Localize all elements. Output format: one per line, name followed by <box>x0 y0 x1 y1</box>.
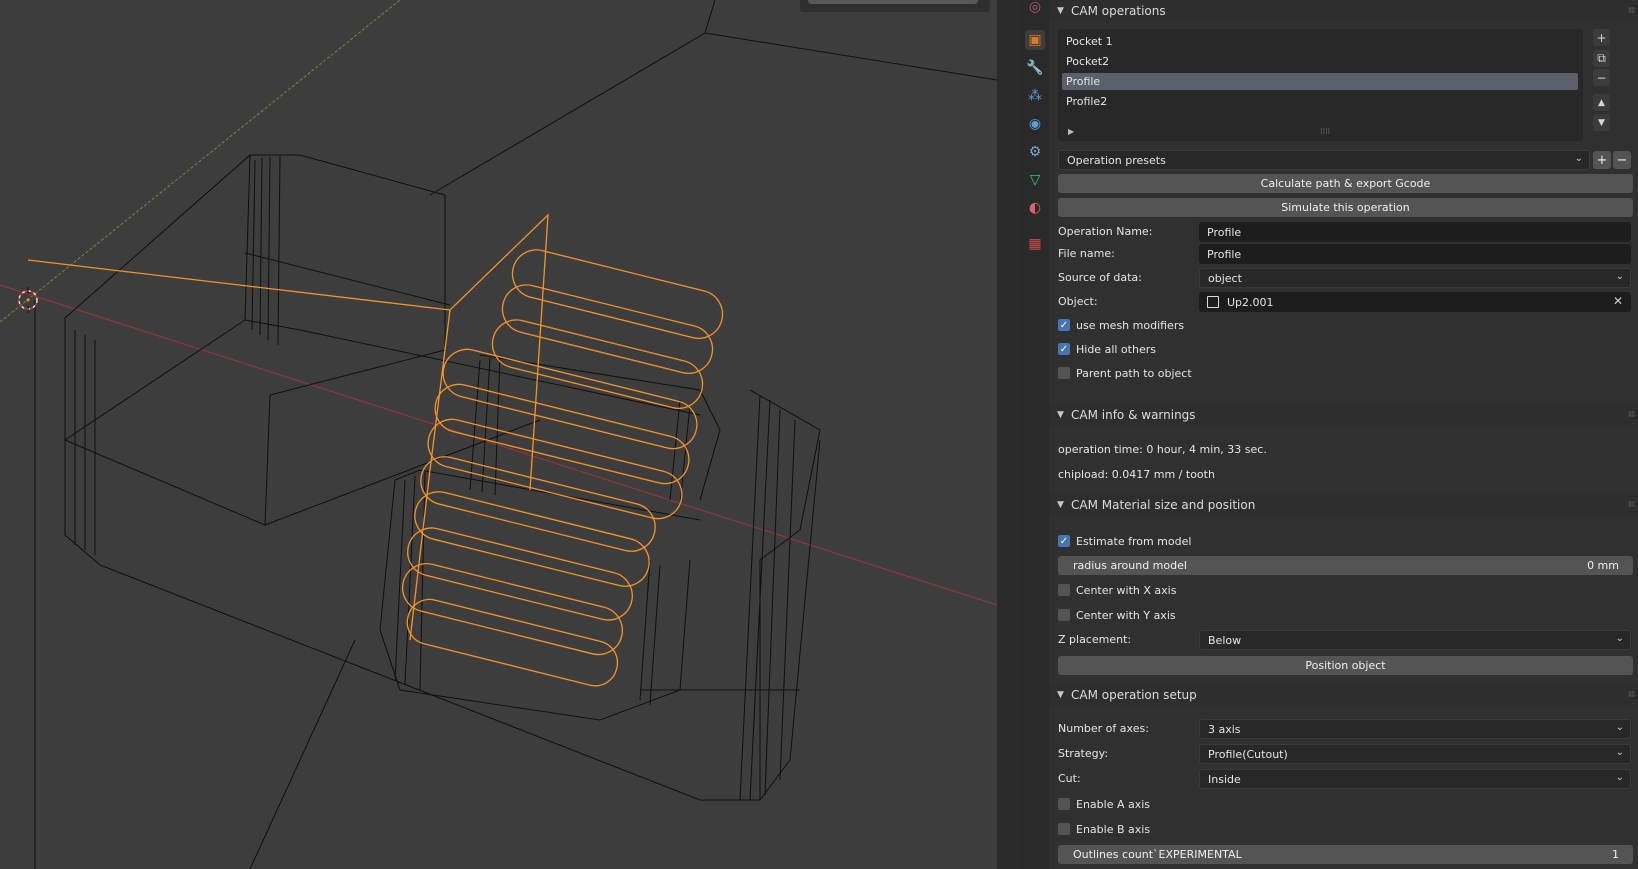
collapse-arrow-icon: ▼ <box>1057 6 1064 16</box>
viewport-header <box>800 0 990 12</box>
section-title: CAM Material size and position <box>1071 498 1256 512</box>
cut-dropdown[interactable]: Inside ⌄ <box>1199 769 1631 789</box>
object-icon[interactable]: ▣ <box>1025 30 1045 50</box>
cam-setup-header[interactable]: ▼ CAM operation setup ⁝⁝⁝⁝ <box>1049 684 1638 706</box>
simulate-operation-button[interactable]: Simulate this operation <box>1058 198 1633 217</box>
remove-icon[interactable]: − <box>1593 69 1610 86</box>
chevron-down-icon: ⌄ <box>1615 722 1624 733</box>
add-preset-button[interactable]: + <box>1593 151 1611 169</box>
radius-around-model-field[interactable]: radius around model 0 mm <box>1058 556 1633 575</box>
section-title: CAM operation setup <box>1071 688 1197 702</box>
object-field[interactable]: Up2.001 ✕ <box>1199 292 1631 312</box>
calculate-path-button[interactable]: Calculate path & export Gcode <box>1058 174 1633 193</box>
chipload-text: chipload: 0.0417 mm / tooth <box>1058 468 1215 481</box>
area-divider[interactable] <box>997 0 1020 869</box>
number-of-axes-dropdown[interactable]: 3 axis ⌄ <box>1199 719 1631 739</box>
collapse-arrow-icon: ▼ <box>1057 500 1064 510</box>
drag-grip-icon[interactable]: ⁝⁝⁝⁝ <box>1628 500 1635 509</box>
wireframe-scene <box>0 0 997 869</box>
outlines-count-field[interactable]: Outlines count`EXPERIMENTAL 1 <box>1058 845 1633 864</box>
z-placement-label: Z placement: <box>1058 633 1132 646</box>
checkmark-icon: ✓ <box>1058 319 1070 331</box>
section-title: CAM operations <box>1071 4 1166 18</box>
position-object-button[interactable]: Position object <box>1058 656 1633 675</box>
3d-viewport[interactable] <box>0 0 997 869</box>
z-placement-dropdown[interactable]: Below ⌄ <box>1199 630 1631 650</box>
section-title: CAM info & warnings <box>1071 408 1196 422</box>
use-mesh-modifiers-checkbox[interactable]: ✓ use mesh modifiers <box>1058 316 1184 334</box>
clear-icon[interactable]: ✕ <box>1613 294 1623 308</box>
number-of-axes-label: Number of axes: <box>1058 722 1149 735</box>
move-down-icon[interactable]: ▼ <box>1593 114 1610 131</box>
cam-material-header[interactable]: ▼ CAM Material size and position ⁝⁝⁝⁝ <box>1049 494 1638 516</box>
checkbox-empty-icon <box>1058 823 1070 835</box>
operation-name-field[interactable]: Profile <box>1199 222 1631 242</box>
chevron-down-icon: ⌄ <box>1574 153 1583 164</box>
remove-preset-button[interactable]: − <box>1613 151 1631 169</box>
operations-list[interactable]: Pocket 1 Pocket2 Profile Profile2 ▶ ⁝⁝⁝⁝ <box>1058 29 1583 141</box>
list-item[interactable]: Profile2 <box>1062 93 1578 110</box>
checkmark-icon: ✓ <box>1058 535 1070 547</box>
checkbox-empty-icon <box>1058 367 1070 379</box>
operation-presets-dropdown[interactable]: Operation presets ⌄ <box>1058 150 1590 170</box>
cam-info-header[interactable]: ▼ CAM info & warnings ⁝⁝⁝⁝ <box>1049 404 1638 426</box>
strategy-dropdown[interactable]: Profile(Cutout) ⌄ <box>1199 744 1631 764</box>
strategy-label: Strategy: <box>1058 747 1109 760</box>
center-y-checkbox[interactable]: Center with Y axis <box>1058 606 1176 624</box>
checkbox-empty-icon <box>1058 584 1070 596</box>
add-icon[interactable]: + <box>1593 29 1610 46</box>
checkbox-empty-icon <box>1058 609 1070 621</box>
collapse-arrow-icon: ▼ <box>1057 690 1064 700</box>
estimate-from-model-checkbox[interactable]: ✓ Estimate from model <box>1058 532 1191 550</box>
chevron-down-icon: ⌄ <box>1615 633 1624 644</box>
move-up-icon[interactable]: ▲ <box>1593 94 1610 111</box>
cut-label: Cut: <box>1058 772 1081 785</box>
list-item[interactable]: Pocket 1 <box>1062 33 1578 50</box>
file-name-label: File name: <box>1058 247 1115 260</box>
3d-cursor[interactable] <box>18 287 38 313</box>
operation-time-text: operation time: 0 hour, 4 min, 33 sec. <box>1058 443 1267 456</box>
chevron-down-icon: ⌄ <box>1615 772 1624 783</box>
cam-operations-header[interactable]: ▼ CAM operations ⁝⁝⁝⁝ <box>1049 0 1638 22</box>
parent-path-checkbox[interactable]: Parent path to object <box>1058 364 1192 382</box>
drag-grip-icon[interactable]: ⁝⁝⁝⁝ <box>1628 690 1635 699</box>
source-of-data-dropdown[interactable]: object ⌄ <box>1199 268 1631 288</box>
properties-tab-bar: ◎ ▣ 🔧 ⁂ ◉ ⚙ ▽ ◐ ▦ <box>1020 0 1049 869</box>
mesh-object-icon <box>1207 296 1219 308</box>
list-item[interactable]: Pocket2 <box>1062 53 1578 70</box>
wrench-icon[interactable]: 🔧 <box>1025 58 1045 78</box>
physics-icon[interactable]: ◉ <box>1025 114 1045 134</box>
hide-all-others-checkbox[interactable]: ✓ Hide all others <box>1058 340 1156 358</box>
checkmark-icon: ✓ <box>1058 343 1070 355</box>
chevron-down-icon: ⌄ <box>1615 271 1624 282</box>
copy-icon[interactable]: ⧉ <box>1593 50 1610 67</box>
expand-filter-icon[interactable]: ▶ <box>1068 127 1074 136</box>
checkbox-empty-icon <box>1058 798 1070 810</box>
particles-icon[interactable]: ⁂ <box>1025 86 1045 106</box>
resize-grip-icon[interactable]: ⁝⁝⁝⁝ <box>1320 127 1330 136</box>
file-name-field[interactable]: Profile <box>1199 244 1631 264</box>
operation-name-label: Operation Name: <box>1058 225 1153 238</box>
collapse-arrow-icon: ▼ <box>1057 410 1064 420</box>
texture-icon[interactable]: ▦ <box>1025 234 1045 254</box>
source-of-data-label: Source of data: <box>1058 271 1142 284</box>
list-item-selected[interactable]: Profile <box>1062 73 1578 90</box>
center-x-checkbox[interactable]: Center with X axis <box>1058 581 1176 599</box>
object-label: Object: <box>1058 295 1098 308</box>
drag-grip-icon[interactable]: ⁝⁝⁝⁝ <box>1628 6 1635 15</box>
world-icon[interactable]: ◎ <box>1025 0 1045 17</box>
y-axis-line <box>0 0 401 323</box>
x-axis-line <box>0 284 997 606</box>
material-icon[interactable]: ◐ <box>1025 198 1045 218</box>
enable-b-axis-checkbox[interactable]: Enable B axis <box>1058 820 1150 838</box>
properties-panel: ▼ CAM operations ⁝⁝⁝⁝ Pocket 1 Pocket2 P… <box>1049 0 1638 869</box>
chevron-down-icon: ⌄ <box>1615 747 1624 758</box>
enable-a-axis-checkbox[interactable]: Enable A axis <box>1058 795 1150 813</box>
drag-grip-icon[interactable]: ⁝⁝⁝⁝ <box>1628 410 1635 419</box>
constraints-icon[interactable]: ⚙ <box>1025 142 1045 162</box>
data-icon[interactable]: ▽ <box>1025 170 1045 190</box>
